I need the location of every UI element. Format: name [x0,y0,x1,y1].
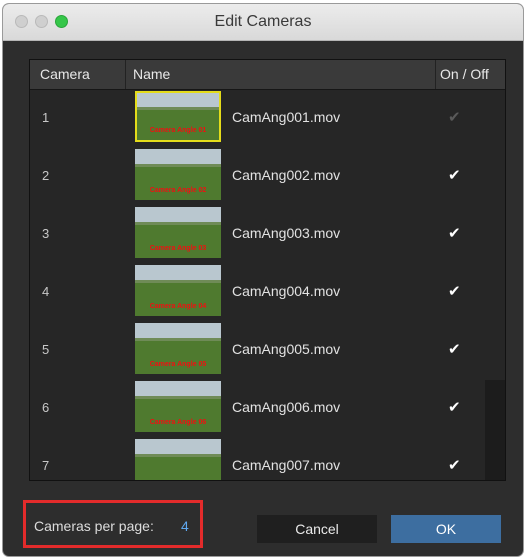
camera-file-name: CamAng002.mov [232,167,341,183]
table-row[interactable]: 5 Camera Angle 05 CamAng005.mov ✔ [30,322,505,380]
highlight-box [23,500,203,548]
scrollbar[interactable] [485,380,505,480]
camera-file-name: CamAng007.mov [232,457,341,473]
camera-number: 7 [42,458,50,473]
checkmark-icon[interactable]: ✔ [448,166,461,184]
column-header-on-off[interactable]: On / Off [440,66,489,82]
camera-file-name: CamAng006.mov [232,399,341,415]
table-row[interactable]: 2 Camera Angle 02 CamAng002.mov ✔ [30,148,505,206]
ok-button[interactable]: OK [391,515,501,543]
checkmark-icon[interactable]: ✔ [448,340,461,358]
camera-file-name: CamAng004.mov [232,283,341,299]
checkmark-icon[interactable]: ✔ [448,224,461,242]
window-title: Edit Cameras [214,13,312,30]
camera-thumbnail[interactable]: Camera Angle 04 [135,265,221,316]
edit-cameras-dialog: Edit Cameras Camera Name On / Off 1 Came… [3,4,523,556]
camera-number: 4 [42,284,50,299]
table-row[interactable]: 1 Camera Angle 01 CamAng001.mov ✔ [30,90,505,148]
title-bar: Edit Cameras [3,4,523,41]
camera-file-name: CamAng003.mov [232,225,341,241]
table-row[interactable]: 6 Camera Angle 06 CamAng006.mov ✔ [30,380,505,438]
column-divider [435,60,436,89]
camera-number: 2 [42,168,50,183]
thumbnail-caption: Camera Angle 01 [149,127,207,134]
camera-file-name: CamAng005.mov [232,341,341,357]
thumbnail-caption: Camera Angle 04 [149,303,207,310]
camera-thumbnail[interactable]: Camera Angle 06 [135,381,221,432]
camera-table: Camera Name On / Off 1 Camera Angle 01 C… [29,59,506,481]
thumbnail-caption: Camera Angle 03 [149,245,207,252]
column-divider [125,60,126,89]
cancel-button[interactable]: Cancel [257,515,377,543]
checkmark-icon[interactable]: ✔ [448,456,461,474]
column-header-camera[interactable]: Camera [40,66,90,82]
table-header: Camera Name On / Off [30,60,505,90]
camera-number: 6 [42,400,50,415]
checkmark-icon[interactable]: ✔ [448,282,461,300]
checkmark-icon[interactable]: ✔ [448,398,461,416]
thumbnail-caption: Camera Angle 06 [149,419,207,426]
thumbnail-caption: Camera Angle 02 [149,187,207,194]
camera-thumbnail[interactable]: Camera Angle 01 [135,91,221,142]
table-row[interactable]: 3 Camera Angle 03 CamAng003.mov ✔ [30,206,505,264]
camera-thumbnail[interactable]: Camera Angle 03 [135,207,221,258]
table-row[interactable]: 4 Camera Angle 04 CamAng004.mov ✔ [30,264,505,322]
camera-thumbnail[interactable]: Camera Angle 05 [135,323,221,374]
checkmark-icon[interactable]: ✔ [448,108,461,126]
column-header-name[interactable]: Name [133,66,170,82]
camera-thumbnail[interactable]: Camera Angle 02 [135,149,221,200]
thumbnail-caption: Camera Angle 05 [149,361,207,368]
camera-thumbnail[interactable] [135,439,221,480]
camera-file-name: CamAng001.mov [232,109,341,125]
table-row[interactable]: 7 CamAng007.mov ✔ [30,438,505,480]
camera-number: 3 [42,226,50,241]
camera-number: 5 [42,342,50,357]
camera-number: 1 [42,110,50,125]
